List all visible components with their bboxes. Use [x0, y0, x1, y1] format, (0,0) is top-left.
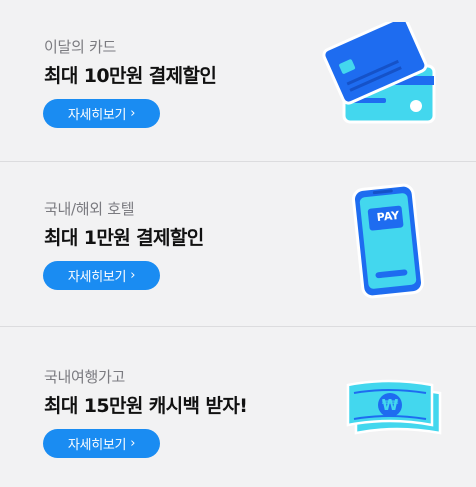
- promo-card-hotel-discount[interactable]: 국내/해외 호텔 최대 1만원 결제할인 자세히보기 › PAY: [0, 162, 476, 326]
- promo-title: 최대 15만원 캐시백 받자!: [44, 395, 248, 417]
- phone-pay-icon: PAY: [346, 182, 430, 300]
- chevron-right-icon: ›: [130, 106, 136, 121]
- promo-title: 최대 1만원 결제할인: [44, 227, 204, 249]
- promo-card-card-discount[interactable]: 이달의 카드 최대 10만원 결제할인 자세히보기 ›: [0, 0, 476, 161]
- chevron-right-icon: ›: [130, 268, 136, 283]
- promo-subtitle: 이달의 카드: [44, 38, 116, 56]
- promo-title: 최대 10만원 결제할인: [44, 65, 217, 87]
- cash-bills-icon: ₩: [342, 379, 446, 441]
- details-button-label: 자세히보기: [67, 270, 127, 285]
- credit-cards-icon: [316, 15, 440, 126]
- details-button[interactable]: 자세히보기 ›: [43, 99, 160, 128]
- details-button[interactable]: 자세히보기 ›: [43, 429, 160, 458]
- details-button-label: 자세히보기: [67, 438, 127, 453]
- details-button-label: 자세히보기: [67, 108, 127, 123]
- won-symbol: ₩: [381, 396, 399, 414]
- promo-subtitle: 국내/해외 호텔: [44, 200, 135, 218]
- promo-card-cashback[interactable]: 국내여행가고 최대 15만원 캐시백 받자! 자세히보기 › ₩: [0, 327, 476, 487]
- chevron-right-icon: ›: [130, 436, 136, 451]
- details-button[interactable]: 자세히보기 ›: [43, 261, 160, 290]
- promo-subtitle: 국내여행가고: [44, 368, 126, 386]
